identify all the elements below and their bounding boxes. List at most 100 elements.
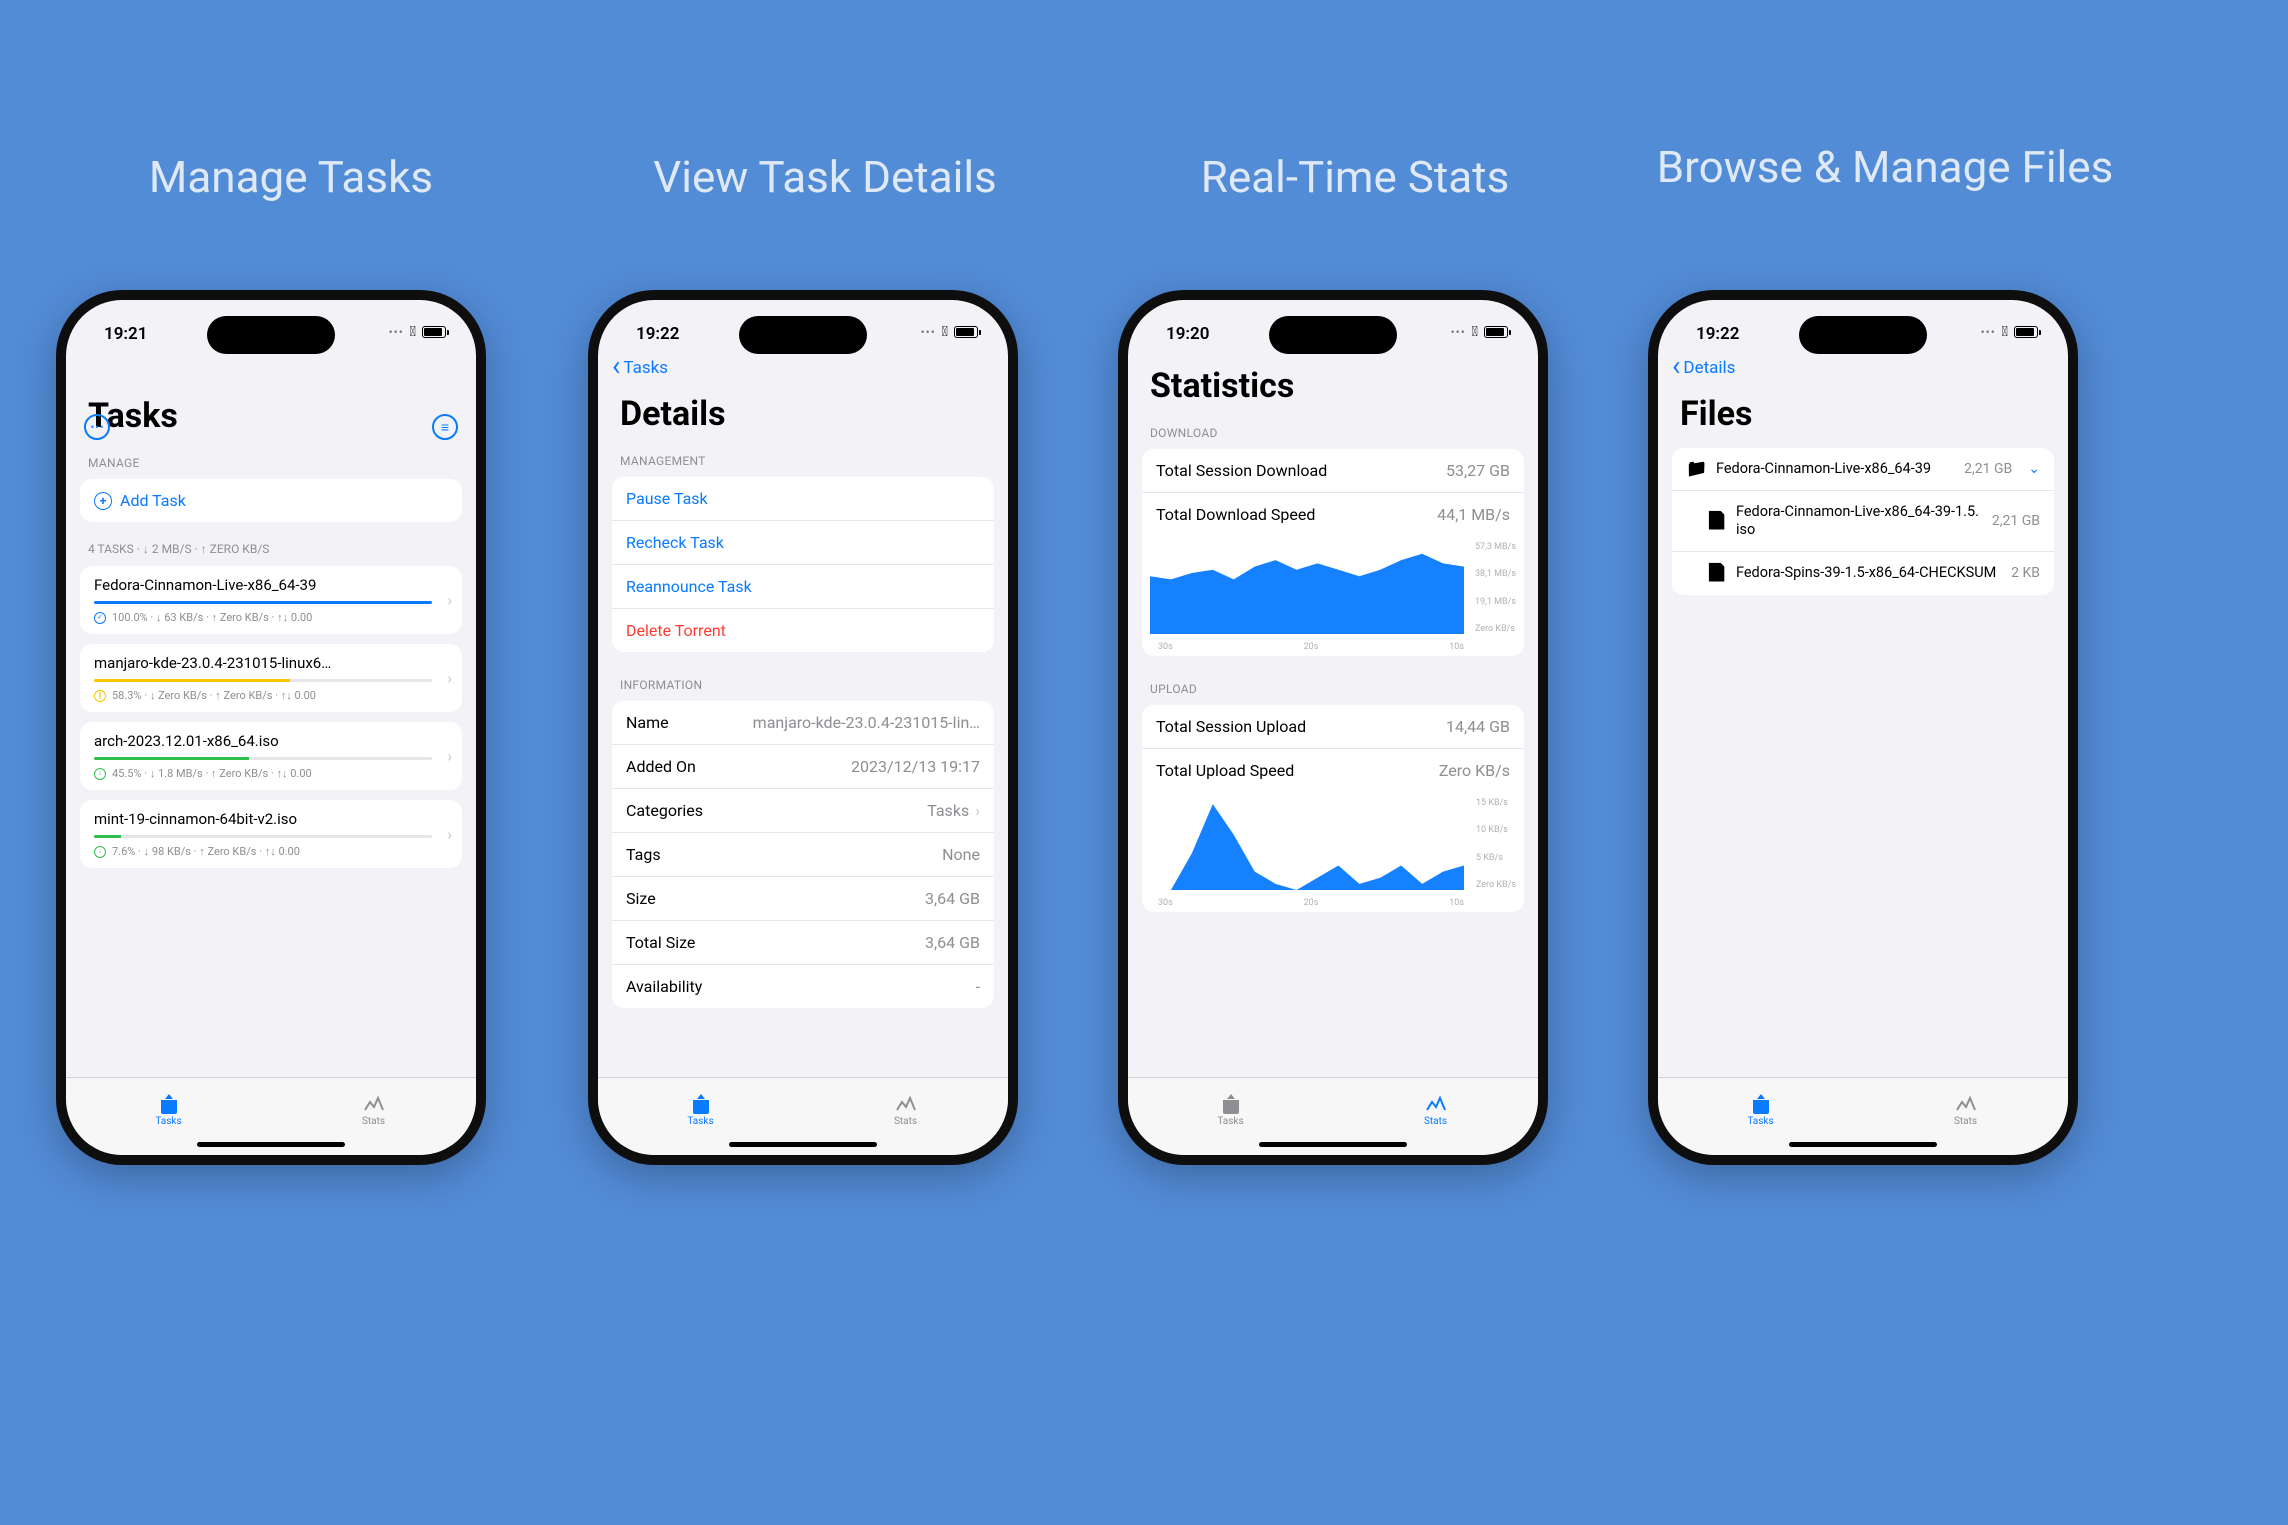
dynamic-island — [739, 316, 867, 354]
page-title: Details — [598, 390, 1008, 444]
folder-icon: 📁 — [1686, 461, 1706, 478]
phone-tasks: 19:21 •••󰖩 ⋯ ≡ Tasks MANAGE + Add Task 4… — [56, 290, 486, 1165]
info-row: Namemanjaro-kde-23.0.4-231015-lin… — [612, 701, 994, 745]
info-key: Categories — [626, 801, 703, 820]
action-reannounce-task[interactable]: Reannounce Task — [612, 565, 994, 609]
phone-statistics: 19:20 •••󰖩 Statistics DOWNLOAD Total Ses… — [1118, 290, 1548, 1165]
management-header: MANAGEMENT — [598, 444, 1008, 473]
file-size: 2 KB — [2011, 565, 2040, 581]
marketing-screenshot-grid: Manage Tasks View Task Details Real-Time… — [0, 0, 2288, 1525]
chevron-right-icon: › — [975, 801, 980, 820]
status-icon: ↓ — [94, 768, 106, 780]
cellular-icon: ••• — [389, 325, 404, 339]
progress-bar — [94, 835, 432, 838]
file-icon: 📄 — [1706, 513, 1726, 530]
phone-details: 19:22 ••• 󰖩 Tasks Details MANAGEMENT Paus… — [588, 290, 1018, 1165]
task-row[interactable]: mint-19-cinnamon-64bit-v2.iso ↓7.6% · ↓ … — [80, 800, 462, 868]
plus-icon: + — [94, 492, 112, 510]
info-value: 2023/12/13 19:17 — [851, 757, 980, 776]
info-key: Added On — [626, 757, 696, 776]
status-icon: ✓ — [94, 612, 106, 624]
home-indicator — [1789, 1142, 1937, 1147]
chevron-right-icon: › — [447, 591, 452, 610]
info-key: Tags — [626, 845, 661, 864]
action-recheck-task[interactable]: Recheck Task — [612, 521, 994, 565]
file-name: Fedora-Spins-39-1.5-x86_64-CHECKSUM — [1736, 564, 2001, 582]
action-pause-task[interactable]: Pause Task — [612, 477, 994, 521]
download-header: DOWNLOAD — [1128, 416, 1538, 445]
info-row[interactable]: Categories Tasks › — [612, 789, 994, 833]
file-row[interactable]: 📄 Fedora-Cinnamon-Live-x86_64-39-1.5.iso… — [1672, 491, 2054, 552]
add-task-button[interactable]: + Add Task — [80, 479, 462, 522]
chevron-right-icon: › — [447, 747, 452, 766]
info-row: Tags None — [612, 833, 994, 877]
caption-3: Real-Time Stats — [1110, 150, 1600, 205]
info-value: None — [942, 845, 980, 864]
task-list-summary: 4 TASKS · ↓ 2 MB/S · ↑ ZERO KB/S — [66, 538, 476, 562]
page-title: Statistics — [1128, 362, 1538, 416]
add-task-label: Add Task — [120, 491, 186, 510]
wifi-icon: 󰖩 — [942, 324, 948, 340]
stat-row: Total Session Upload14,44 GB — [1142, 705, 1524, 749]
task-row[interactable]: Fedora-Cinnamon-Live-x86_64-39 ✓100.0% ·… — [80, 566, 462, 634]
status-time: 19:21 — [104, 324, 147, 344]
download-card: Total Session Download53,27 GBTotal Down… — [1142, 449, 1524, 656]
back-button[interactable]: Tasks — [612, 358, 668, 378]
task-meta: ↓45.5% · ↓ 1.8 MB/s · ↑ Zero KB/s · ↑↓ 0… — [94, 767, 432, 780]
file-size: 2,21 GB — [1992, 513, 2040, 529]
task-name: Fedora-Cinnamon-Live-x86_64-39 — [94, 576, 432, 594]
task-meta: ↓7.6% · ↓ 98 KB/s · ↑ Zero KB/s · ↑↓ 0.0… — [94, 845, 432, 858]
file-row[interactable]: 📄 Fedora-Spins-39-1.5-x86_64-CHECKSUM 2 … — [1672, 552, 2054, 594]
filter-icon[interactable]: ≡ — [432, 414, 458, 440]
download-chart: 57,3 MB/s38,1 MB/s19,1 MB/sZero KB/s 30s… — [1142, 536, 1524, 656]
dynamic-island — [1799, 316, 1927, 354]
page-title: Files — [1658, 390, 2068, 444]
info-row: Size3,64 GB — [612, 877, 994, 921]
upload-header: UPLOAD — [1128, 672, 1538, 701]
file-name: Fedora-Cinnamon-Live-x86_64-39-1.5.iso — [1736, 503, 1982, 539]
progress-bar — [94, 757, 432, 760]
task-row[interactable]: manjaro-kde-23.0.4-231015-linux6… ∥58.3%… — [80, 644, 462, 712]
home-indicator — [1259, 1142, 1407, 1147]
manage-header: MANAGE — [66, 446, 476, 475]
home-indicator — [197, 1142, 345, 1147]
status-time: 19:22 — [636, 324, 679, 344]
task-name: mint-19-cinnamon-64bit-v2.iso — [94, 810, 432, 828]
battery-icon — [422, 326, 446, 338]
chevron-down-icon[interactable]: ⌄ — [2028, 461, 2040, 477]
chevron-right-icon: › — [447, 669, 452, 688]
home-indicator — [729, 1142, 877, 1147]
stat-row: Total Session Download53,27 GB — [1142, 449, 1524, 493]
file-row[interactable]: 📁 Fedora-Cinnamon-Live-x86_64-39 2,21 GB… — [1672, 448, 2054, 491]
task-row[interactable]: arch-2023.12.01-x86_64.iso ↓45.5% · ↓ 1.… — [80, 722, 462, 790]
stat-row: Total Upload SpeedZero KB/s — [1142, 749, 1524, 792]
info-key: Name — [626, 713, 669, 732]
more-icon[interactable]: ⋯ — [84, 414, 110, 440]
status-icon: ∥ — [94, 690, 106, 702]
info-row: Added On 2023/12/13 19:17 — [612, 745, 994, 789]
cellular-icon: ••• — [1981, 325, 1996, 339]
info-value: 3,64 GB — [925, 933, 980, 952]
back-button[interactable]: Details — [1672, 358, 1735, 378]
wifi-icon: 󰖩 — [2002, 324, 2008, 340]
battery-icon — [1484, 326, 1508, 338]
action-delete-torrent[interactable]: Delete Torrent — [612, 609, 994, 652]
cellular-icon: ••• — [921, 325, 936, 339]
caption-4: Browse & Manage Files — [1640, 140, 2130, 195]
dynamic-island — [1269, 316, 1397, 354]
caption-1: Manage Tasks — [46, 150, 536, 205]
info-value: 3,64 GB — [925, 889, 980, 908]
battery-icon — [2014, 326, 2038, 338]
status-time: 19:22 — [1696, 324, 1739, 344]
caption-2: View Task Details — [580, 150, 1070, 205]
task-meta: ∥58.3% · ↓ Zero KB/s · ↑ Zero KB/s · ↑↓ … — [94, 689, 432, 702]
file-size: 2,21 GB — [1964, 461, 2012, 477]
information-header: INFORMATION — [598, 668, 1008, 697]
status-time: 19:20 — [1166, 324, 1209, 344]
info-value: Tasks — [927, 801, 969, 820]
info-row: Availability- — [612, 965, 994, 1008]
upload-chart: 15 KB/s10 KB/s5 KB/sZero KB/s 30s20s10s — [1142, 792, 1524, 912]
progress-bar — [94, 679, 432, 682]
dynamic-island — [207, 316, 335, 354]
cellular-icon: ••• — [1451, 325, 1466, 339]
